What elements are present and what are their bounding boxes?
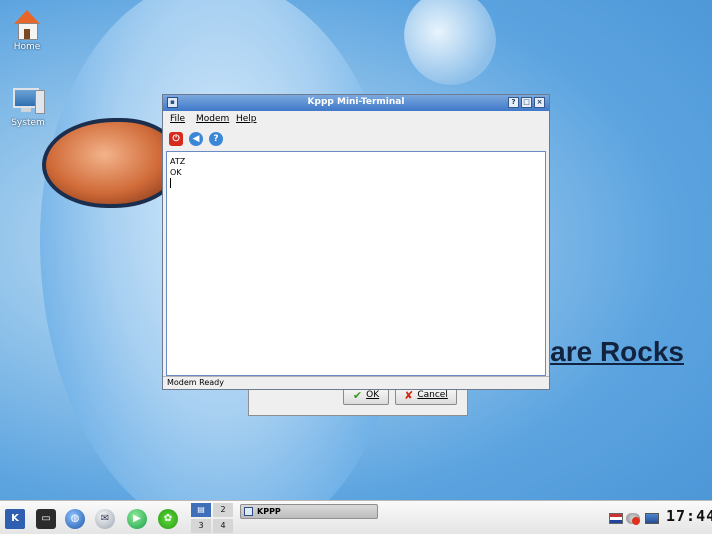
menu-modem[interactable]: Modem bbox=[196, 114, 229, 124]
keyboard-layout-icon[interactable] bbox=[609, 513, 623, 524]
menu-help[interactable]: Help bbox=[236, 114, 257, 124]
window-title: Kppp Mini-Terminal bbox=[307, 97, 405, 107]
status-text: Modem Ready bbox=[167, 378, 224, 387]
titlebar-close-button[interactable]: × bbox=[534, 97, 545, 108]
terminal-line: OK bbox=[170, 168, 182, 177]
task-label: KPPP bbox=[257, 507, 281, 516]
terminal-cursor-line bbox=[170, 178, 542, 189]
checkmark-icon: ✔ bbox=[352, 388, 363, 402]
terminal-line: ATZ bbox=[170, 157, 186, 166]
wallpaper-headphone bbox=[391, 0, 509, 98]
desktop: are Rocks Home System ✔ OK ✘ Cancel ▪ Kp… bbox=[0, 0, 712, 534]
mini-terminal-window: ▪ Kppp Mini-Terminal ? □ × File Modem He… bbox=[162, 94, 550, 390]
icq-flower-icon[interactable]: ✿ bbox=[158, 509, 178, 529]
terminal-output[interactable]: ATZ OK bbox=[166, 151, 546, 376]
taskbar-task-kppp[interactable]: KPPP bbox=[240, 504, 378, 519]
desktop-icon-home[interactable]: Home bbox=[2, 10, 52, 52]
text-cursor bbox=[170, 178, 171, 188]
wallpaper-sunglasses bbox=[42, 118, 180, 208]
titlebar-maximize-button[interactable]: □ bbox=[521, 97, 532, 108]
terminal-icon[interactable]: ▭ bbox=[36, 509, 56, 529]
ok-label: OK bbox=[366, 390, 380, 400]
back-arrow-icon[interactable]: ◀ bbox=[189, 132, 203, 146]
menubar: File Modem Help bbox=[163, 111, 549, 127]
clock[interactable]: 17:44 bbox=[666, 507, 712, 525]
mail-client-icon[interactable]: ✉ bbox=[95, 509, 115, 529]
desktop-pager: ▤ 2 3 4 bbox=[191, 503, 235, 533]
home-icon bbox=[14, 10, 40, 40]
mute-indicator-icon bbox=[632, 517, 640, 525]
status-bar: Modem Ready bbox=[163, 376, 549, 389]
pager-desktop-1[interactable]: ▤ bbox=[191, 503, 211, 517]
pager-desktop-3[interactable]: 3 bbox=[191, 519, 211, 533]
kppp-task-icon bbox=[244, 507, 253, 516]
desktop-icon-label: System bbox=[11, 118, 45, 128]
desktop-icon-label: Home bbox=[13, 42, 41, 52]
wallpaper-text: are Rocks bbox=[550, 336, 684, 367]
titlebar-help-button[interactable]: ? bbox=[508, 97, 519, 108]
cancel-x-icon: ✘ bbox=[404, 388, 414, 402]
pager-desktop-2[interactable]: 2 bbox=[213, 503, 233, 517]
media-player-icon[interactable]: ▶ bbox=[127, 509, 147, 529]
cancel-label: Cancel bbox=[417, 390, 448, 400]
computer-icon bbox=[13, 86, 45, 116]
menu-file[interactable]: File bbox=[170, 114, 185, 124]
desktop-icon-system[interactable]: System bbox=[3, 86, 53, 128]
pager-label: ▤ bbox=[197, 505, 205, 514]
taskbar: K ▭ ◍ ✉ ▶ ✿ ▤ 2 3 4 KPPP 17:44 bbox=[0, 500, 712, 534]
toolbar: ⏻ ◀ ? bbox=[163, 129, 549, 149]
pager-desktop-4[interactable]: 4 bbox=[213, 519, 233, 533]
k-menu-icon[interactable]: K bbox=[5, 509, 25, 529]
browser-globe-icon[interactable]: ◍ bbox=[65, 509, 85, 529]
power-icon[interactable]: ⏻ bbox=[169, 132, 183, 146]
help-icon[interactable]: ? bbox=[209, 132, 223, 146]
network-icon[interactable] bbox=[645, 513, 659, 524]
window-titlebar[interactable]: ▪ Kppp Mini-Terminal ? □ × bbox=[163, 95, 549, 111]
